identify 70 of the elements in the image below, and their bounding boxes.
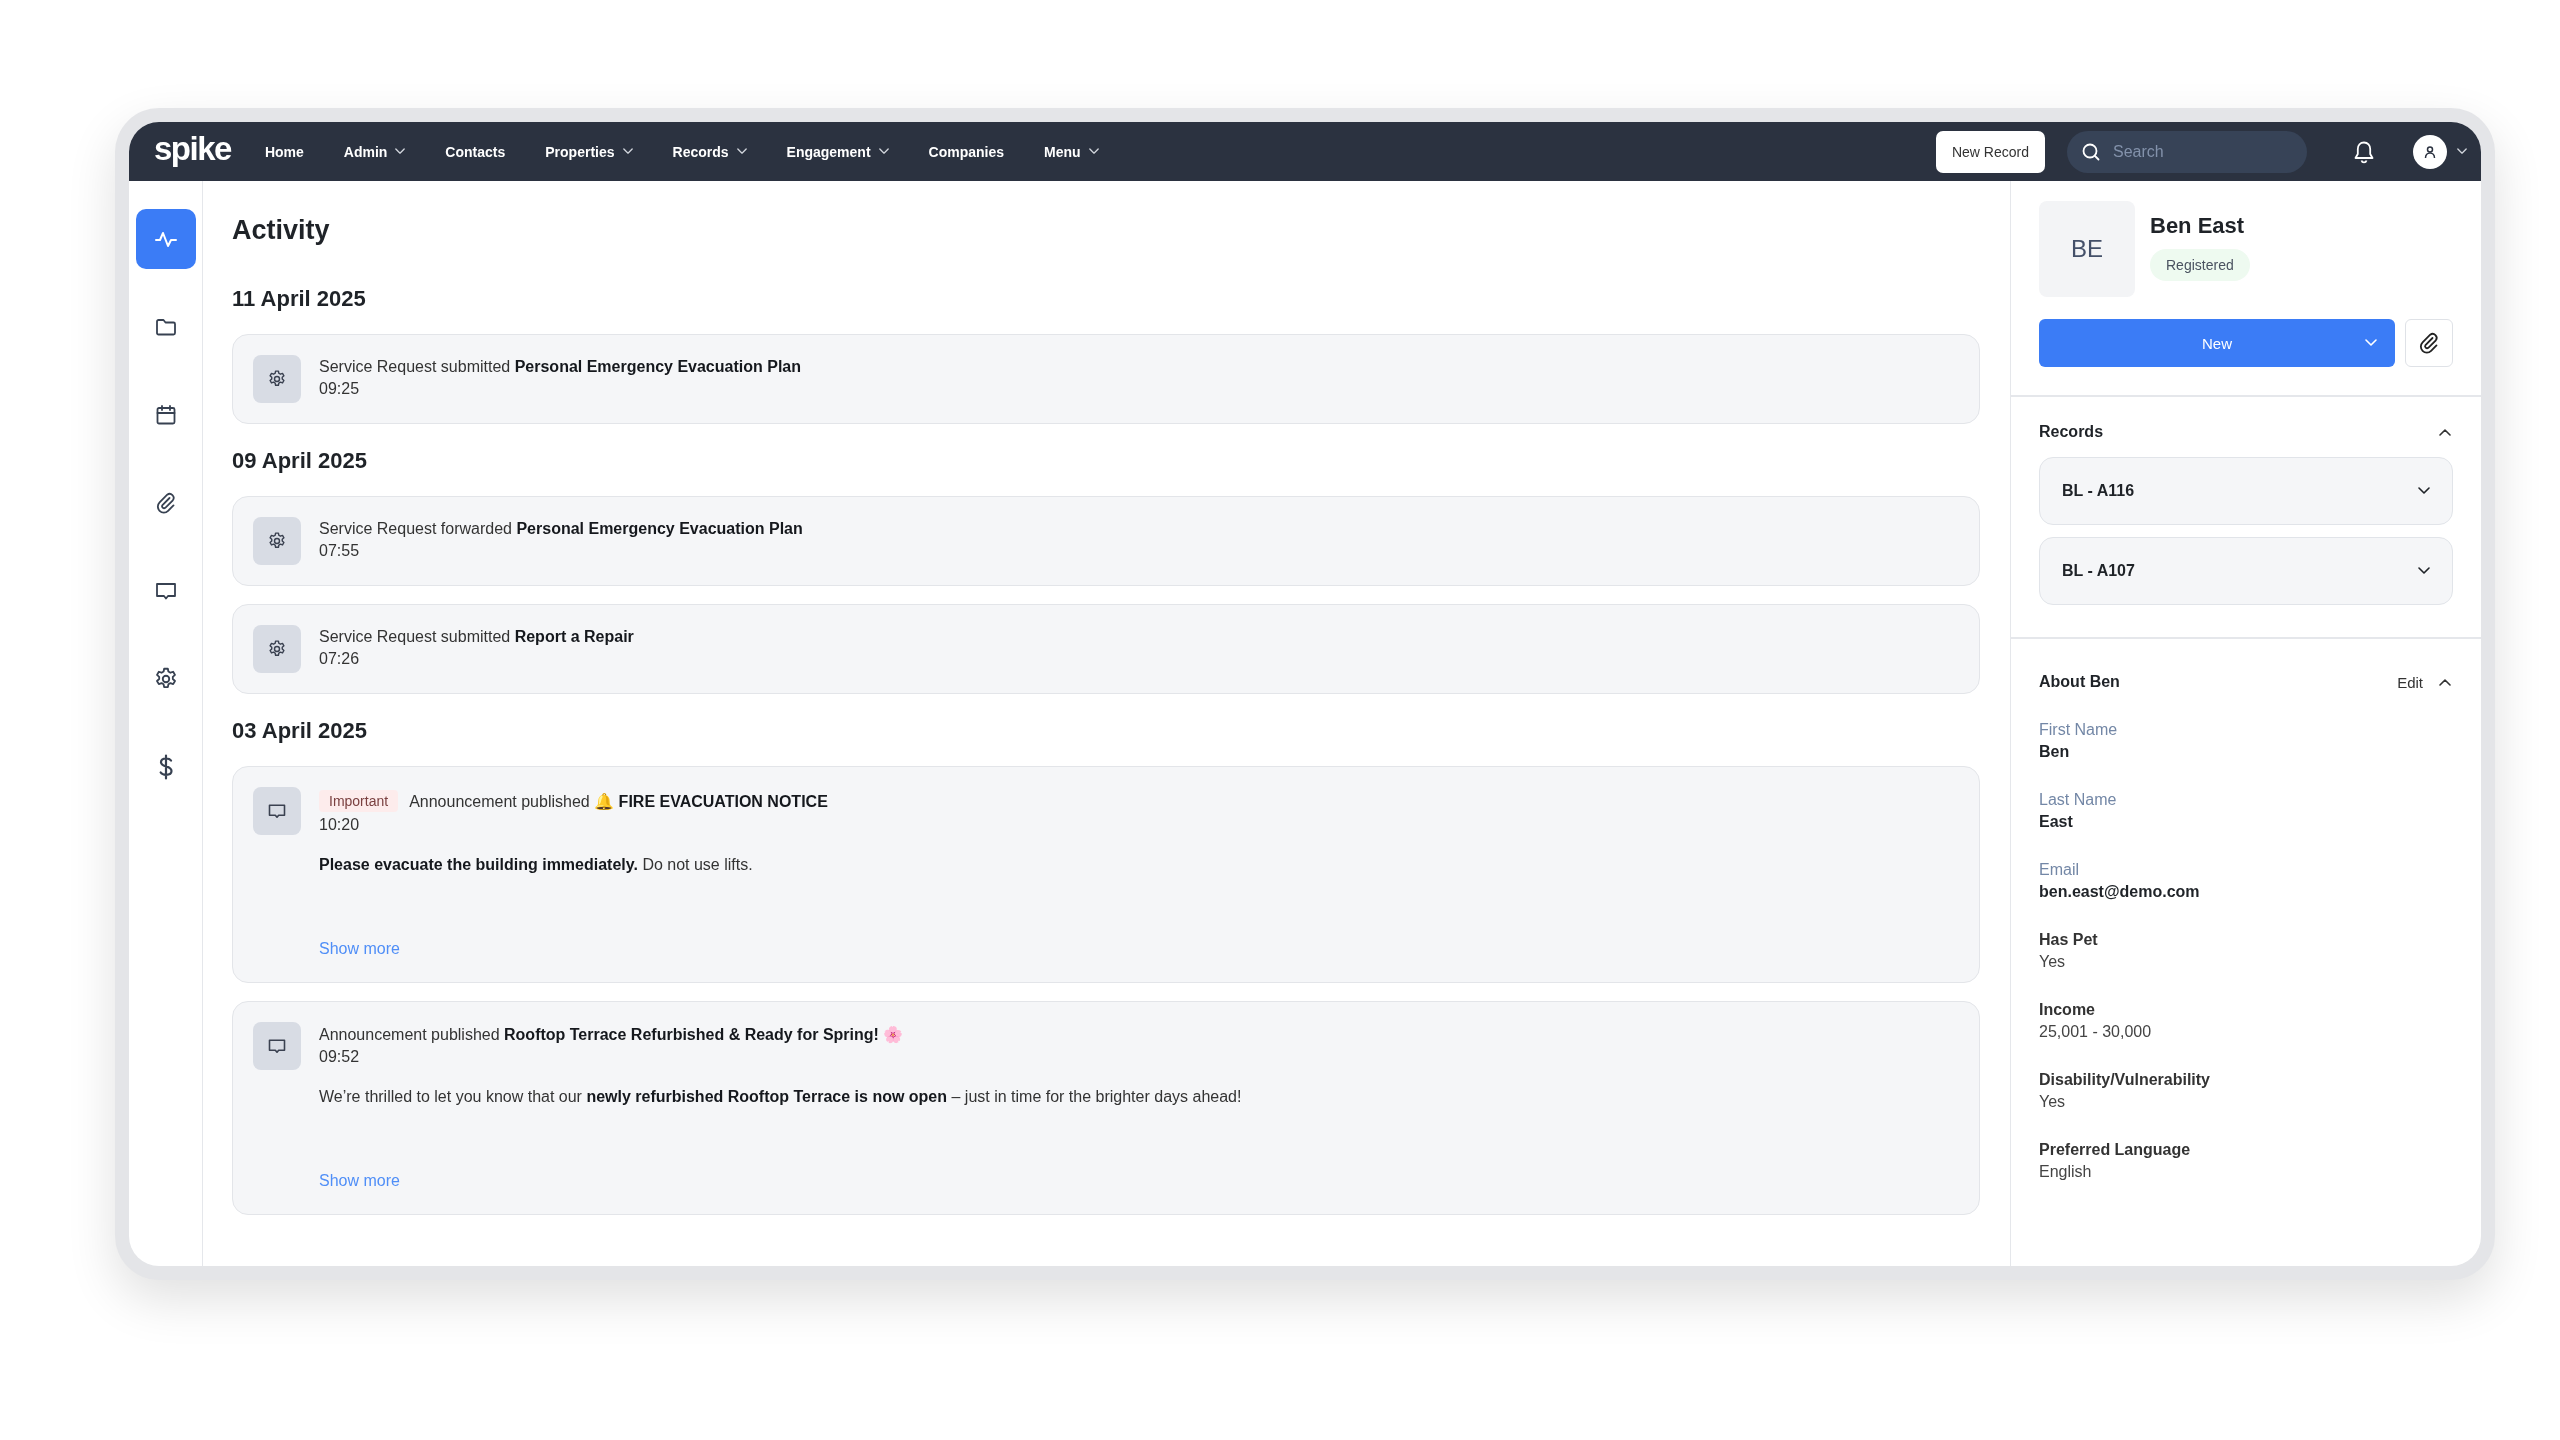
activity-time: 07:26: [319, 650, 361, 668]
page-title: Activity: [232, 215, 331, 246]
chat-icon: [253, 1022, 301, 1070]
field-label: First Name: [2039, 721, 2119, 739]
new-dropdown-button[interactable]: New: [2039, 319, 2395, 367]
field-label: Email: [2039, 861, 2080, 879]
activity-time: 09:25: [319, 380, 361, 398]
gear-icon: [253, 517, 301, 565]
field-label: Disability/Vulnerability: [2039, 1071, 2211, 1089]
user-avatar-icon: [2413, 134, 2447, 169]
date-heading: 03 April 2025: [232, 718, 368, 744]
collapse-toggle[interactable]: [2437, 426, 2453, 438]
date-heading: 11 April 2025: [232, 286, 367, 312]
field-value: 25,001 - 30,000: [2039, 1023, 2153, 1041]
notification-bell-icon[interactable]: [2353, 139, 2375, 164]
attach-button[interactable]: [2405, 319, 2453, 367]
chevron-down-icon: [2418, 487, 2430, 495]
status-tag: Registered: [2150, 249, 2250, 281]
new-record-button[interactable]: New Record: [1935, 130, 2045, 173]
search-field[interactable]: Search: [2067, 130, 2307, 173]
logo[interactable]: spike: [154, 132, 231, 171]
date-heading: 09 April 2025: [232, 448, 368, 474]
initials-avatar: BE: [2039, 201, 2135, 297]
field-value: East: [2039, 813, 2074, 831]
edit-link[interactable]: Edit: [2397, 673, 2423, 691]
activity-text: Service Request submitted Report a Repair: [319, 628, 634, 646]
field-label: Last Name: [2039, 791, 2118, 809]
gear-icon: [253, 625, 301, 673]
nav-menu-item[interactable]: Companies: [928, 143, 1005, 160]
record-accordion[interactable]: BL - A116: [2039, 457, 2453, 525]
collapse-toggle[interactable]: [2437, 676, 2453, 688]
field-value: English: [2039, 1163, 2093, 1181]
chevron-down-icon: [2457, 148, 2467, 155]
field-value: Yes: [2039, 1093, 2067, 1111]
field-label: Has Pet: [2039, 931, 2099, 949]
announcement-text: We’re thrilled to let you know that our newly refurbished Rooftop Terrace is now open – just in time for the brighter days ahead!: [319, 1088, 1242, 1106]
nav-menu-item[interactable]: Home: [264, 143, 304, 160]
nav-menu-item[interactable]: Contacts: [445, 143, 506, 160]
field-value: ben.east@demo.com: [2039, 883, 2201, 901]
paperclip-icon: [2417, 331, 2441, 355]
activity-text: Announcement published 🔔 FIRE EVACUATION NOTICE: [409, 791, 828, 811]
chevron-up-icon: [2439, 428, 2451, 436]
activity-text: Announcement published Rooftop Terrace Refurbished & Ready for Spring! 🌸: [319, 1025, 904, 1044]
nav-menu-item[interactable]: Menu: [1044, 143, 1099, 160]
field-label: Income: [2039, 1001, 2096, 1019]
field-value: Yes: [2039, 953, 2067, 971]
announcement-text: Please evacuate the building immediately. Do not use lifts.: [319, 856, 754, 874]
search-icon: [2081, 141, 2101, 162]
record-accordion[interactable]: BL - A107: [2039, 537, 2453, 605]
nav-menu-item[interactable]: Admin: [343, 143, 406, 160]
field-label: Preferred Language: [2039, 1141, 2192, 1159]
activity-text: Service Request submitted Personal Emergency Evacuation Plan: [319, 358, 801, 376]
nav-menu-item[interactable]: Records: [672, 143, 747, 160]
activity-time: 10:20: [319, 816, 361, 834]
chevron-down-icon: [2365, 339, 2377, 347]
activity-time: 07:55: [319, 542, 361, 560]
chat-icon: [253, 787, 301, 835]
chevron-down-icon: [2418, 567, 2430, 575]
chevron-up-icon: [2439, 678, 2451, 686]
contact-name: Ben East: [2150, 213, 2246, 239]
section-title: Records: [2039, 423, 2104, 441]
nav-menu-item[interactable]: Properties: [545, 143, 633, 160]
activity-text: Service Request forwarded Personal Emergency Evacuation Plan: [319, 520, 803, 538]
activity-time: 09:52: [319, 1048, 361, 1066]
important-badge: Important: [319, 790, 399, 812]
nav-menu-item[interactable]: Engagement: [786, 143, 889, 160]
user-menu[interactable]: [2413, 134, 2467, 169]
section-title: About Ben: [2039, 673, 2120, 691]
field-value: Ben: [2039, 743, 2071, 761]
gear-icon: [253, 355, 301, 403]
